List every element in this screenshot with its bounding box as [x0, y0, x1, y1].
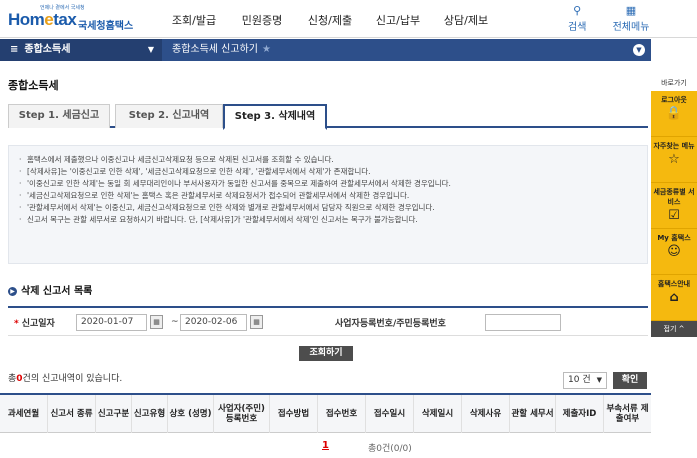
column-header: 신고서 종류: [48, 395, 96, 433]
quick-item-label: 자주찾는 메뉴: [653, 142, 695, 150]
column-header: 삭제사유: [462, 395, 510, 433]
notice-item: 신고서 복구는 관할 세무서로 요청하시기 바랍니다. 단, [삭제사유]가 '…: [19, 214, 637, 226]
result-table-header: 과세연월 신고서 종류 신고구분 신고유형 상호 (성명) 사업자(주민) 등록…: [0, 393, 651, 433]
column-header: 제출자ID: [556, 395, 604, 433]
star-outline-icon: ☆: [668, 152, 680, 167]
pagination-total: 총0건(0/0): [368, 444, 412, 454]
date-separator: ~: [171, 317, 179, 327]
tab-step1[interactable]: Step 1. 세금신고: [8, 104, 110, 128]
column-header: 신고유형: [132, 395, 168, 433]
biz-number-input[interactable]: [485, 314, 561, 331]
notice-item: '세금신고삭제요청으로 인한 삭제'는 홈택스 혹은 관할세무서로 삭제요청서가…: [19, 190, 637, 202]
date-label: * 신고일자: [14, 316, 55, 329]
logo-korean: 국세청홈택스: [78, 21, 134, 32]
quick-item-label: 세금종류별 서비스: [653, 188, 695, 206]
quick-item-guide[interactable]: 홈택스안내 ⌂: [651, 275, 697, 321]
notice-box: 홈택스에서 제출했으나 이중신고나 세금신고삭제요청 등으로 삭제된 신고서를 …: [8, 145, 648, 264]
column-header: 부속서류 제출여부: [606, 404, 649, 424]
gnb-item-consult[interactable]: 상담/제보: [432, 0, 500, 38]
hamburger-icon: ≡: [10, 44, 19, 55]
quick-menu-close-button[interactable]: 접기 ^: [651, 321, 697, 337]
checkbox-icon: ☑: [668, 208, 680, 223]
search-icon: ⚲: [573, 4, 582, 17]
column-header: 상호 (성명): [168, 395, 214, 433]
column-header: 접수번호: [318, 395, 366, 433]
quick-menu-bar: 바로가기 로그아웃 🔒 자주찾는 메뉴 ☆ 세금종류별 서비스 ☑ My 홈택스…: [651, 75, 697, 337]
category-menu-label: 종합소득세: [24, 44, 71, 55]
user-icon: ☺: [667, 244, 681, 259]
quick-item-label: 홈택스안내: [657, 280, 691, 288]
search-submit-button[interactable]: 조회하기: [299, 346, 353, 361]
section-title: ▶ 삭제 신고서 목록: [8, 282, 92, 297]
confirm-button[interactable]: 확인: [613, 372, 647, 389]
column-header: 접수방법: [270, 395, 318, 433]
quick-menu-title: 바로가기: [661, 79, 687, 87]
sub-navigation: ≡ 종합소득세 ▼ 종합소득세 신고하기 ★ ▼: [0, 39, 651, 61]
gnb-item-inquiry[interactable]: 조회/발급: [160, 0, 228, 38]
page-title: 종합소득세: [8, 79, 59, 92]
column-header: 관할 세무서: [510, 395, 556, 433]
date-label-text: 신고일자: [21, 319, 55, 329]
quick-item-my-hometax[interactable]: My 홈택스 ☺: [651, 229, 697, 275]
search-label: 검색: [568, 22, 587, 33]
hometax-logo[interactable]: 언제나 곁에서 국세청 Hometax 국세청홈택스: [8, 4, 133, 34]
calendar-icon[interactable]: ▦: [150, 315, 163, 329]
home-icon: ⌂: [669, 290, 679, 305]
top-header: 언제나 곁에서 국세청 Hometax 국세청홈택스 조회/발급 민원증명 신청…: [0, 0, 697, 38]
gnb-item-filing[interactable]: 신고/납부: [364, 0, 432, 38]
page-size-value: 10 건: [568, 375, 591, 385]
notice-item: '관할세무서에서 삭제'는 이중신고, 세금신고삭제요청으로 인한 삭제와 별개…: [19, 202, 637, 214]
quick-item-logout[interactable]: 로그아웃 🔒: [651, 91, 697, 137]
column-header: 접수일시: [366, 395, 414, 433]
notice-item: 홈택스에서 제출했으나 이중신고나 세금신고삭제요청 등으로 삭제된 신고서를 …: [19, 154, 637, 166]
column-header: 삭제일시: [414, 395, 462, 433]
quick-item-label: My 홈택스: [657, 234, 691, 242]
gnb-item-certificate[interactable]: 민원증명: [228, 0, 296, 38]
quick-menu-box: 로그아웃 🔒 자주찾는 메뉴 ☆ 세금종류별 서비스 ☑ My 홈택스 ☺ 홈택…: [651, 91, 697, 321]
tab-step2[interactable]: Step 2. 신고내역: [115, 104, 223, 128]
pagination-page[interactable]: 1: [322, 440, 329, 451]
quick-item-label: 로그아웃: [661, 96, 687, 104]
required-mark: *: [14, 319, 19, 329]
column-header: 신고구분: [96, 395, 132, 433]
global-nav: 조회/발급 민원증명 신청/제출 신고/납부 상담/제보: [160, 0, 500, 38]
breadcrumb: 종합소득세 신고하기 ★: [172, 39, 271, 61]
quick-item-tax-services[interactable]: 세금종류별 서비스 ☑: [651, 183, 697, 229]
page-size-select[interactable]: 10 건 ▼: [563, 372, 607, 389]
notice-item: [삭제사유]는 '이중신고로 인한 삭제', '세금신고삭제요청으로 인한 삭제…: [19, 166, 637, 178]
notice-item: '이중신고로 인한 삭제'는 동일 회 세무대리인이나 부서사용자가 동일한 신…: [19, 178, 637, 190]
chevron-down-icon: ▼: [596, 376, 602, 384]
star-icon[interactable]: ★: [262, 44, 271, 55]
category-menu-button[interactable]: ≡ 종합소득세 ▼: [0, 39, 162, 61]
gnb-item-application[interactable]: 신청/제출: [296, 0, 364, 38]
calendar-icon[interactable]: ▦: [250, 315, 263, 329]
biz-number-label: 사업자등록번호/주민등록번호: [335, 319, 446, 329]
all-menu-label: 전체메뉴: [612, 22, 650, 33]
step-tabs: Step 1. 세금신고 Step 2. 신고내역 Step 3. 삭제내역: [8, 104, 648, 130]
caret-down-icon: ▼: [147, 45, 154, 54]
date-from-input[interactable]: 2020-01-07: [76, 314, 147, 331]
breadcrumb-current: 종합소득세 신고하기: [172, 44, 258, 55]
search-form: * 신고일자 2020-01-07 ▦ ~ 2020-02-06 ▦ 사업자등록번…: [8, 306, 648, 336]
all-menu-button[interactable]: ▦ 전체메뉴: [606, 4, 656, 33]
search-button[interactable]: ⚲ 검색: [568, 4, 586, 33]
tab-step3[interactable]: Step 3. 삭제내역: [223, 104, 327, 130]
lock-icon: 🔒: [665, 106, 683, 121]
date-to-input[interactable]: 2020-02-06: [180, 314, 247, 331]
quick-item-favorites[interactable]: 자주찾는 메뉴 ☆: [651, 137, 697, 183]
bullet-icon: ▶: [8, 286, 17, 296]
logo-wordmark: Hometax: [8, 10, 77, 29]
section-title-label: 삭제 신고서 목록: [21, 286, 93, 297]
column-header: 사업자(주민) 등록번호: [214, 395, 270, 433]
grid-menu-icon: ▦: [625, 4, 637, 17]
chevron-down-icon[interactable]: ▼: [633, 44, 645, 56]
column-header: 과세연월: [0, 395, 48, 433]
result-count: 총0건의 신고내역이 있습니다.: [8, 374, 123, 384]
